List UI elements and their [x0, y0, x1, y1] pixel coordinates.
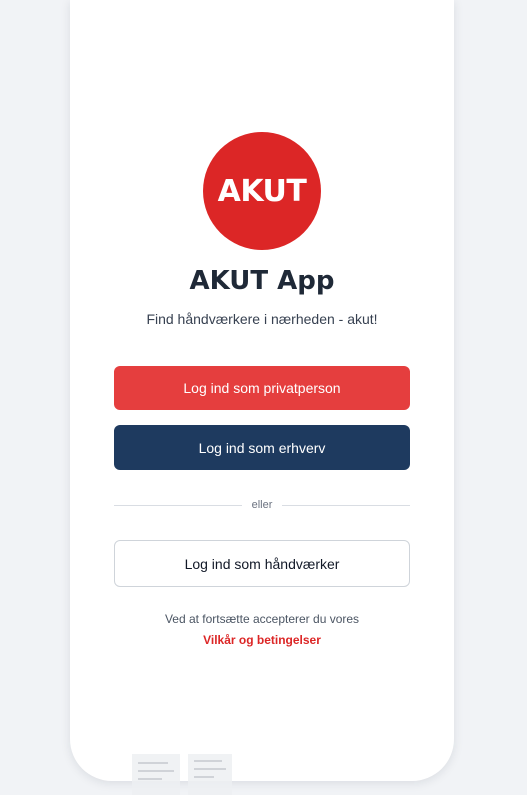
login-private-label: Log ind som privatperson — [183, 380, 341, 396]
login-craftsman-button[interactable]: Log ind som håndværker — [114, 540, 410, 587]
login-craftsman-label: Log ind som håndværker — [184, 555, 340, 572]
divider-line-right — [282, 504, 411, 506]
thumbnail-line — [138, 770, 174, 772]
app-logo: AKUT — [203, 132, 321, 250]
thumbnail-line — [194, 768, 226, 770]
login-business-button[interactable]: Log ind som erhverv — [114, 425, 410, 470]
thumbnail-line — [138, 762, 168, 764]
thumbnail-line — [194, 776, 214, 778]
background-thumbnail-left — [132, 754, 180, 795]
logo-text: AKUT — [217, 173, 307, 209]
login-business-label: Log ind som erhverv — [198, 439, 326, 456]
or-divider: eller — [114, 496, 411, 514]
terms-notice: Ved at fortsætte accepterer du vores — [164, 612, 360, 626]
app-title: AKUT App — [189, 266, 335, 296]
thumbnail-line — [138, 778, 162, 780]
thumbnail-line — [194, 760, 222, 762]
phone-frame: AKUT AKUT App Find håndværkere i nærhede… — [70, 0, 454, 781]
divider-label: eller — [251, 499, 273, 511]
login-private-button[interactable]: Log ind som privatperson — [114, 366, 410, 410]
terms-link[interactable]: Vilkår og betingelser — [70, 633, 454, 647]
app-subtitle: Find håndværkere i nærheden - akut! — [146, 311, 378, 327]
background-thumbnail-right — [188, 754, 232, 795]
divider-line-left — [114, 504, 242, 506]
